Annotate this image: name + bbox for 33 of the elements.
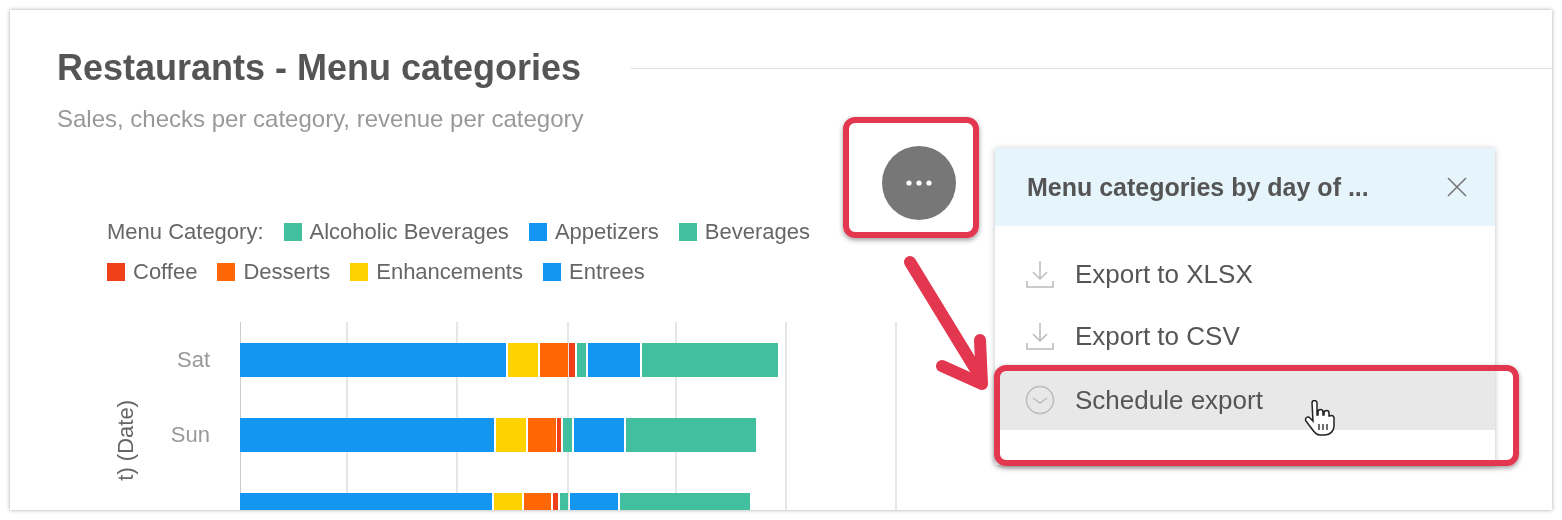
bar-segment (588, 343, 640, 377)
axis-label: t) (Date) (113, 400, 139, 481)
legend-title: Menu Category: (107, 218, 264, 246)
dashboard-title: Restaurants - Menu categories (57, 46, 582, 90)
menu-item[interactable]: Export to CSV (995, 308, 1495, 364)
bar-segment (553, 493, 558, 510)
bar-segment (508, 343, 538, 377)
legend-label: Alcoholic Beverages (309, 218, 509, 246)
bar-segment (560, 493, 568, 510)
more-icon (906, 180, 932, 186)
dashboard-subtitle: Sales, checks per category, revenue per category (57, 104, 585, 134)
menu-item[interactable]: Export to XLSX (995, 246, 1495, 302)
bar-segment (563, 418, 572, 452)
download-icon (1025, 259, 1055, 289)
category-label: Sun (170, 421, 210, 449)
clock-icon (1025, 385, 1055, 415)
legend-label: Coffee (133, 258, 198, 286)
bar-segment (496, 418, 526, 452)
bar-segment (494, 493, 522, 510)
legend-label: Entrees (569, 258, 645, 286)
legend-label: Desserts (243, 258, 331, 286)
legend-label: Appetizers (554, 218, 659, 246)
legend-label: Beverages (704, 218, 810, 246)
hand-cursor-icon (1304, 400, 1336, 436)
bar-segment (524, 493, 551, 510)
legend-label: Enhancements (376, 258, 523, 286)
download-icon (1025, 321, 1055, 351)
bar-segment (574, 418, 624, 452)
category-label: Sat (176, 346, 210, 374)
menu-title: Menu categories by day of ... (1027, 172, 1370, 202)
bar-segment (570, 493, 618, 510)
close-icon[interactable] (1447, 177, 1467, 197)
bar-segment (577, 343, 586, 377)
